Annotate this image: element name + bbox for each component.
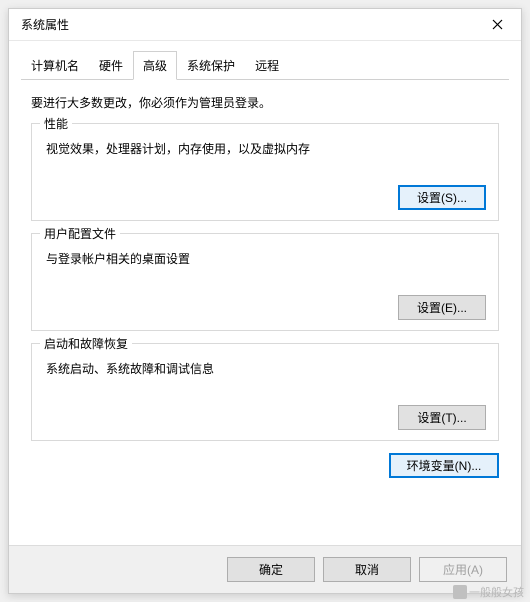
user-profiles-group: 用户配置文件 与登录帐户相关的桌面设置 设置(E)... [31,233,499,331]
apply-button[interactable]: 应用(A) [419,557,507,582]
performance-settings-button[interactable]: 设置(S)... [398,185,486,210]
tab-bar: 计算机名 硬件 高级 系统保护 远程 [21,51,509,80]
cancel-button[interactable]: 取消 [323,557,411,582]
startup-desc: 系统启动、系统故障和调试信息 [46,360,486,377]
performance-title: 性能 [40,115,72,132]
tab-hardware[interactable]: 硬件 [89,51,133,79]
startup-group: 启动和故障恢复 系统启动、系统故障和调试信息 设置(T)... [31,343,499,441]
performance-desc: 视觉效果，处理器计划，内存使用，以及虚拟内存 [46,140,486,157]
user-profiles-title: 用户配置文件 [40,225,120,242]
intro-text: 要进行大多数更改，你必须作为管理员登录。 [31,94,499,111]
user-profiles-settings-button[interactable]: 设置(E)... [398,295,486,320]
ok-button[interactable]: 确定 [227,557,315,582]
startup-title: 启动和故障恢复 [40,335,132,352]
close-icon [492,19,503,30]
titlebar: 系统属性 [9,9,521,41]
window-title: 系统属性 [21,16,69,33]
env-variables-row: 环境变量(N)... [31,453,499,478]
tab-system-protection[interactable]: 系统保护 [177,51,245,79]
tab-remote[interactable]: 远程 [245,51,289,79]
tab-advanced[interactable]: 高级 [133,51,177,80]
close-button[interactable] [481,13,513,37]
user-profiles-button-row: 设置(E)... [44,295,486,320]
dialog-button-bar: 确定 取消 应用(A) [9,545,521,593]
startup-settings-button[interactable]: 设置(T)... [398,405,486,430]
user-profiles-desc: 与登录帐户相关的桌面设置 [46,250,486,267]
tab-computer-name[interactable]: 计算机名 [21,51,89,79]
startup-button-row: 设置(T)... [44,405,486,430]
performance-button-row: 设置(S)... [44,185,486,210]
tab-content: 要进行大多数更改，你必须作为管理员登录。 性能 视觉效果，处理器计划，内存使用，… [9,80,521,488]
system-properties-dialog: 系统属性 计算机名 硬件 高级 系统保护 远程 要进行大多数更改，你必须作为管理… [8,8,522,594]
performance-group: 性能 视觉效果，处理器计划，内存使用，以及虚拟内存 设置(S)... [31,123,499,221]
env-variables-button[interactable]: 环境变量(N)... [389,453,499,478]
